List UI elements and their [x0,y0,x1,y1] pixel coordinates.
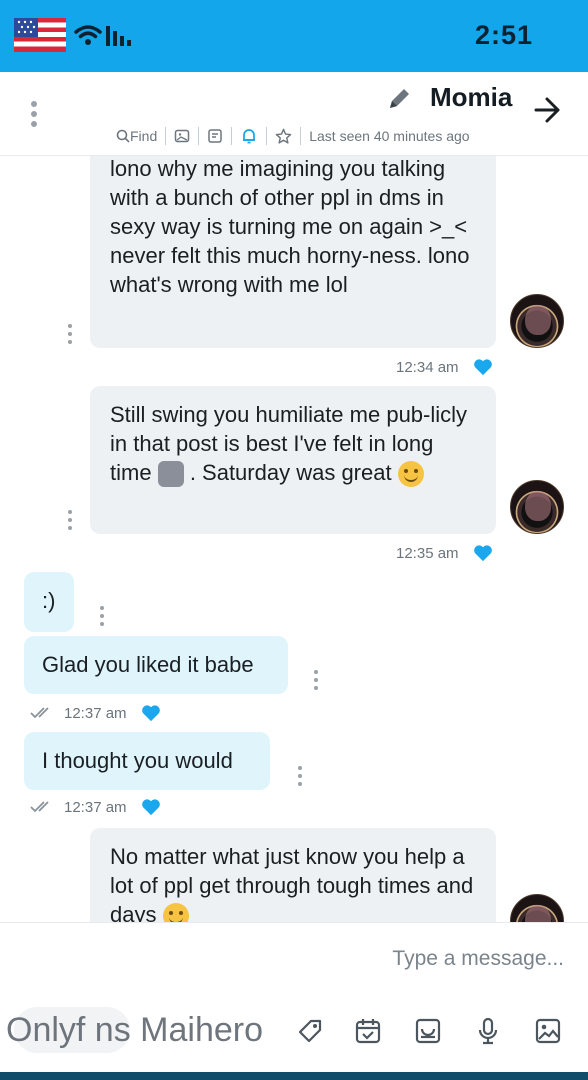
avatar[interactable] [510,480,564,534]
tag-icon[interactable] [292,1013,328,1049]
read-checks-icon [30,801,49,813]
wifi-icon [74,25,102,45]
note-icon[interactable] [207,128,223,144]
signal-icon [106,26,131,46]
message-time: 12:37 am [64,798,127,816]
clock: 2:51 [474,20,533,50]
message-text: Glad you liked it babe [42,652,254,677]
message-bubble[interactable]: Glad you liked it babe [24,636,288,694]
find-label[interactable]: Find [130,128,157,144]
message-meta: 12:34 am [396,358,499,376]
photo-vault-icon[interactable] [410,1013,446,1049]
smile-emoji [162,903,189,922]
praying-emoji [157,461,184,488]
bell-icon[interactable] [240,127,258,145]
gallery-icon[interactable] [530,1013,566,1049]
heart-icon[interactable] [473,358,493,376]
message-meta: 12:37 am [30,704,167,722]
message-time: 12:35 am [396,544,459,562]
status-bar: 2:51 [0,0,588,72]
message-meta: 12:37 am [30,798,167,816]
message-meta: 12:35 am [396,544,499,562]
image-icon[interactable] [174,128,190,144]
message-bubble[interactable]: lono why me imagining you talking with a… [90,156,496,348]
chat-header: Momia Find Last seen 40 minutes ago [0,72,588,156]
message-time: 12:37 am [64,704,127,722]
message-options-icon[interactable] [296,766,304,788]
last-seen: Last seen 40 minutes ago [309,128,470,144]
message-bubble[interactable]: I thought you would [24,732,270,790]
message-bubble[interactable]: :) [24,572,74,632]
heart-icon[interactable] [141,704,161,722]
composer: Onlyf ns Maihero [0,922,588,1080]
message-bubble[interactable]: Still swing you humiliate me pub-licly i… [90,386,496,534]
messages-list[interactable]: lono why me imagining you talking with a… [0,156,588,922]
avatar[interactable] [510,294,564,348]
heart-icon[interactable] [473,544,493,562]
message-bubble[interactable]: No matter what just know you help a lot … [90,828,496,922]
find-icon[interactable] [116,129,130,143]
more-icon[interactable] [24,98,44,130]
watermark-text: Onlyf ns Maihero [6,1011,263,1049]
message-text: :) [42,588,56,613]
message-options-icon[interactable] [66,510,74,532]
star-icon[interactable] [275,128,292,145]
message-input[interactable] [24,939,564,979]
message-options-icon[interactable] [312,670,320,692]
smile-emoji [397,461,424,488]
message-text: lono why me imagining you talking with a… [110,156,470,297]
calendar-icon[interactable] [350,1013,386,1049]
flag-icon [14,18,66,52]
avatar[interactable] [510,894,564,922]
message-text-cont: . Saturday was great [189,460,392,485]
contact-name[interactable]: Momia [430,82,512,113]
message-options-icon[interactable] [66,324,74,346]
message-options-icon[interactable] [98,606,106,628]
header-subtitle: Find Last seen 40 minutes ago [116,124,470,148]
bottom-nav-bar [0,1072,588,1080]
back-arrow-icon[interactable] [532,96,562,124]
message-text: I thought you would [42,748,233,773]
message-time: 12:34 am [396,358,459,376]
read-checks-icon [30,707,49,719]
pencil-icon[interactable] [386,86,412,112]
mic-icon[interactable] [470,1013,506,1049]
heart-icon[interactable] [141,798,161,816]
